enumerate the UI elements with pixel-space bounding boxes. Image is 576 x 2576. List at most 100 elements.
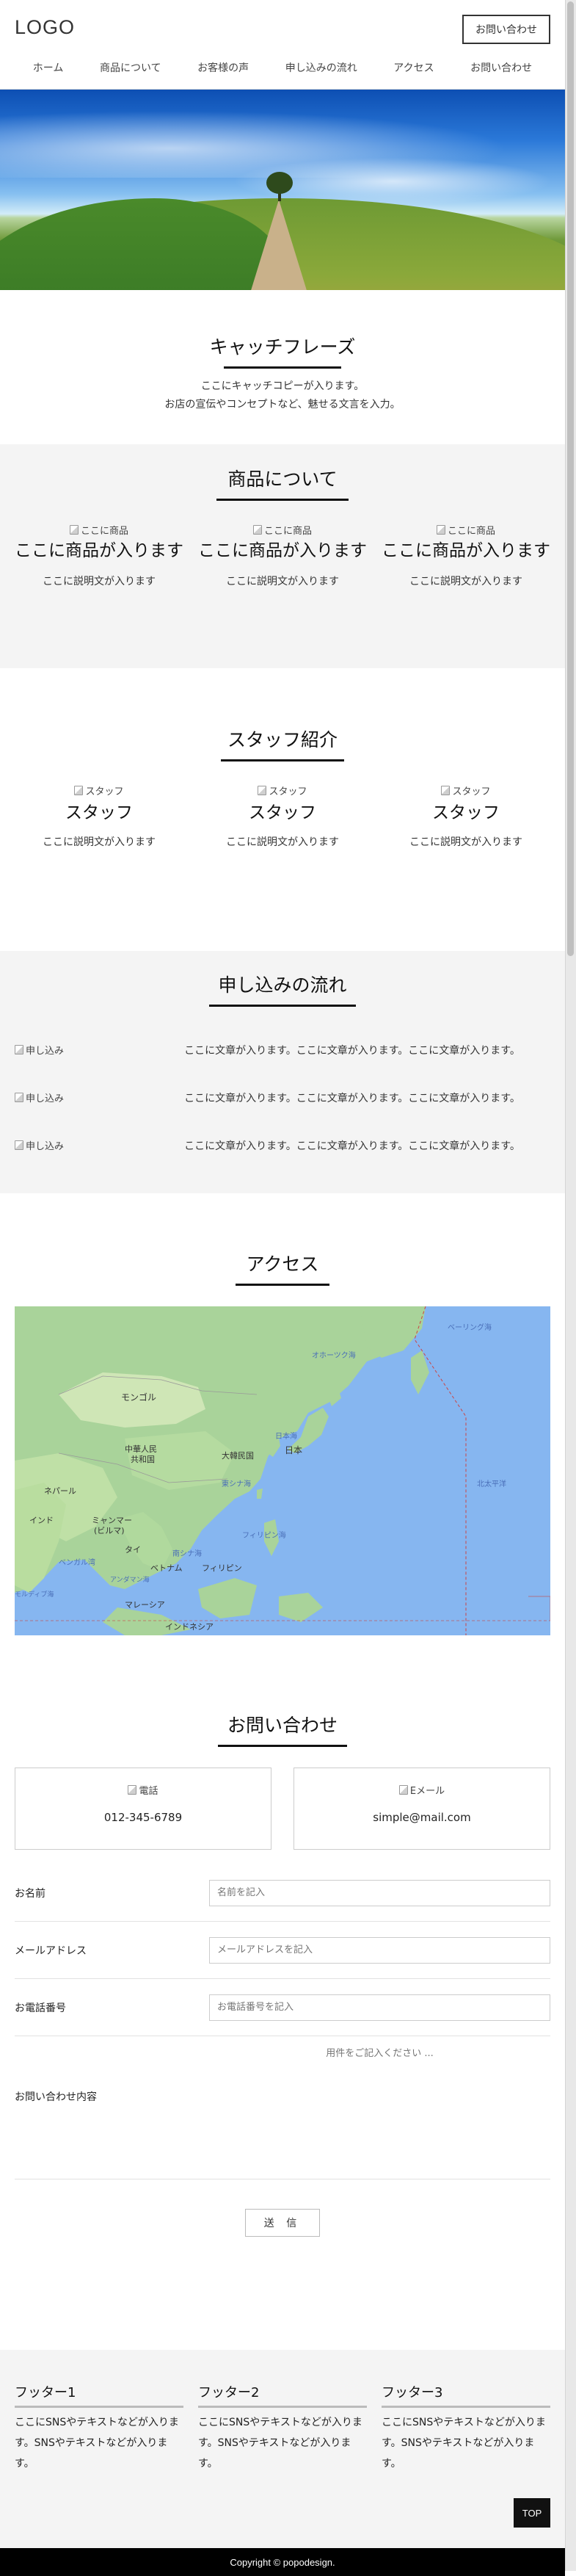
phone-icon: 電話 [128, 1783, 158, 1797]
email-label: メールアドレス [15, 1944, 87, 1957]
map-label-thai: タイ [125, 1545, 141, 1555]
map-label-myanmar-1: ミャンマー [92, 1516, 132, 1525]
footer-column: フッター1 ここにSNSやテキストなどが入ります。SNSやテキストなどが入ります… [15, 2382, 183, 2474]
logo[interactable]: LOGO [15, 16, 75, 39]
staff-card: スタッフ スタッフ ここに説明文が入ります [382, 784, 550, 849]
map-label-korea: 大韓民国 [222, 1450, 254, 1461]
page: LOGO お問い合わせ ホーム 商品について お客様の声 申し込みの流れ アクセ… [0, 0, 565, 2576]
access-title: アクセス [246, 1253, 319, 1275]
staff-section: スタッフ紹介 スタッフ スタッフ ここに説明文が入ります スタッフ スタッフ こ… [0, 668, 565, 951]
map-label-okhotsk: オホーツク海 [312, 1350, 356, 1360]
product-desc: ここに説明文が入ります [409, 576, 522, 587]
map-label-china-1: 中華人民 [125, 1444, 157, 1454]
staff-name: スタッフ [65, 803, 133, 822]
footer-heading: フッター3 [382, 2382, 550, 2408]
phone-number[interactable]: 012-345-6789 [15, 1811, 271, 1824]
footer-text: ここにSNSやテキストなどが入ります。SNSやテキストなどが入ります。 [382, 2417, 546, 2470]
broken-image-icon: 申し込み [15, 1090, 154, 1104]
footer-text: ここにSNSやテキストなどが入ります。SNSやテキストなどが入ります。 [15, 2417, 179, 2470]
map-label-bengal: ベンガル湾 [59, 1557, 95, 1567]
broken-image-icon: スタッフ [74, 784, 124, 797]
map-label-south-china-sea: 南シナ海 [172, 1549, 202, 1558]
flow-step-text: ここに文章が入ります。ここに文章が入ります。ここに文章が入ります。 [184, 1092, 520, 1104]
product-card: ここに商品 ここに商品が入ります ここに説明文が入ります [198, 523, 367, 588]
submit-button[interactable]: 送 信 [245, 2209, 320, 2237]
footer-heading: フッター1 [15, 2382, 183, 2408]
title-underline [216, 499, 349, 501]
products-title: 商品について [227, 468, 338, 490]
product-desc: ここに説明文が入ります [226, 576, 339, 587]
catch-line-2: お店の宣伝やコンセプトなど、魅せる文言を入力。 [164, 399, 401, 410]
nav-voices[interactable]: お客様の声 [197, 60, 249, 75]
catch-line-1: ここにキャッチコピーが入ります。 [200, 380, 365, 392]
broken-image-icon: ここに商品 [436, 523, 495, 537]
map-label-india: インド [29, 1516, 54, 1525]
contact-form: お名前 メールアドレス お電話番号 お問い合わせ内容 送 信 [0, 1864, 565, 2237]
form-row-name: お名前 [15, 1864, 550, 1922]
header-contact-button[interactable]: お問い合わせ [462, 15, 550, 44]
message-textarea[interactable] [209, 2036, 550, 2154]
catchphrase-text: ここにキャッチコピーが入ります。 お店の宣伝やコンセプトなど、魅せる文言を入力。 [0, 377, 565, 414]
map-label-malaysia: マレーシア [125, 1600, 165, 1610]
map-label-china-2: 共和国 [131, 1455, 155, 1464]
footer-heading: フッター2 [198, 2382, 367, 2408]
broken-image-icon: スタッフ [441, 784, 491, 797]
broken-image-icon: ここに商品 [69, 523, 128, 537]
nav-products[interactable]: 商品について [100, 60, 161, 75]
map-label-maldives: モルディブ海 [15, 1590, 54, 1599]
title-underline [209, 1005, 356, 1007]
scrollbar-thumb[interactable] [567, 1, 574, 956]
product-name: ここに商品が入ります [15, 541, 183, 560]
footer-column: フッター3 ここにSNSやテキストなどが入ります。SNSやテキストなどが入ります… [382, 2382, 550, 2474]
map-label-philippine-sea: フィリピン海 [242, 1530, 286, 1540]
form-row-message: お問い合わせ内容 [15, 2036, 550, 2179]
contact-section: お問い合わせ 電話 012-345-6789 Eメール simple@mail.… [0, 1682, 565, 2350]
access-map[interactable]: ベーリング海 オホーツク海 モンゴル 中華人民 共和国 日本海 大韓民国 日本 … [15, 1306, 550, 1635]
map-label-mongolia: モンゴル [121, 1392, 156, 1403]
nav-access[interactable]: アクセス [393, 60, 434, 75]
title-underline [218, 1745, 347, 1747]
product-name: ここに商品が入ります [198, 541, 367, 560]
staff-card: スタッフ スタッフ ここに説明文が入ります [198, 784, 367, 849]
hero-image [0, 90, 565, 290]
catchphrase-section: キャッチフレーズ ここにキャッチコピーが入ります。 お店の宣伝やコンセプトなど、… [0, 290, 565, 444]
phone-box: 電話 012-345-6789 [15, 1768, 271, 1850]
staff-name: スタッフ [432, 803, 500, 822]
mail-icon: Eメール [398, 1783, 445, 1797]
tree-icon [266, 172, 293, 194]
staff-desc: ここに説明文が入ります [409, 836, 522, 848]
map-label-andaman: アンダマン海 [110, 1575, 150, 1584]
nav-flow[interactable]: 申し込みの流れ [285, 60, 357, 75]
back-to-top-button[interactable]: TOP [514, 2498, 550, 2528]
map-label-myanmar-2: (ビルマ) [94, 1526, 125, 1535]
product-name: ここに商品が入ります [382, 541, 550, 560]
mail-box: Eメール simple@mail.com [294, 1768, 550, 1850]
mail-address[interactable]: simple@mail.com [294, 1811, 550, 1824]
footer-column: フッター2 ここにSNSやテキストなどが入ります。SNSやテキストなどが入ります… [198, 2382, 367, 2474]
title-underline [224, 366, 341, 369]
map-label-indonesia: インドネシア [165, 1622, 214, 1632]
broken-image-icon: スタッフ [258, 784, 307, 797]
staff-desc: ここに説明文が入ります [43, 836, 156, 848]
nav-contact[interactable]: お問い合わせ [470, 60, 532, 75]
nav-home[interactable]: ホーム [33, 60, 64, 75]
flow-step: 申し込み ここに文章が入ります。ここに文章が入ります。ここに文章が入ります。 [15, 1121, 550, 1169]
map-label-east-china-sea: 東シナ海 [222, 1479, 251, 1488]
flow-step-text: ここに文章が入ります。ここに文章が入ります。ここに文章が入ります。 [184, 1140, 520, 1152]
email-input[interactable] [209, 1936, 550, 1964]
flow-step: 申し込み ここに文章が入ります。ここに文章が入ります。ここに文章が入ります。 [15, 1026, 550, 1074]
flow-title: 申し込みの流れ [218, 974, 347, 996]
flow-section: 申し込みの流れ 申し込み ここに文章が入ります。ここに文章が入ります。ここに文章… [0, 951, 565, 1193]
map-label-nepal: ネパール [44, 1486, 76, 1496]
tel-label: お電話番号 [15, 2002, 66, 2014]
catchphrase-title: キャッチフレーズ [209, 336, 356, 358]
broken-image-icon: 申し込み [15, 1138, 154, 1152]
form-row-email: メールアドレス [15, 1922, 550, 1979]
staff-desc: ここに説明文が入ります [226, 836, 339, 848]
tel-input[interactable] [209, 1994, 550, 2021]
product-desc: ここに説明文が入ります [43, 576, 156, 587]
page-scrollbar[interactable] [565, 0, 576, 2571]
site-footer: フッター1 ここにSNSやテキストなどが入ります。SNSやテキストなどが入ります… [0, 2350, 565, 2576]
flow-step-text: ここに文章が入ります。ここに文章が入ります。ここに文章が入ります。 [184, 1044, 520, 1057]
name-input[interactable] [209, 1879, 550, 1906]
